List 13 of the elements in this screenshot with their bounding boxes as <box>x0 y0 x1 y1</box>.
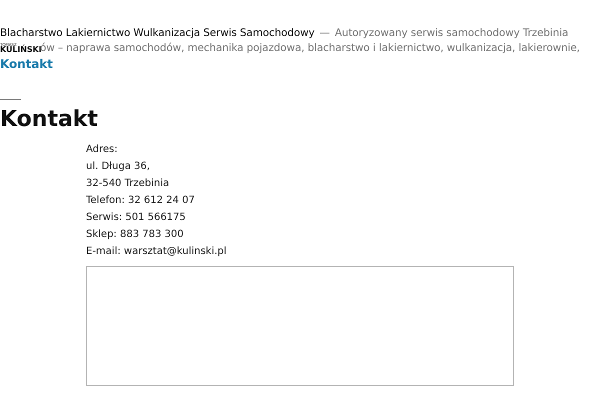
tagline: ów – naprawa samochodów, mechanika pojazdowa, blacharstwo i lakiernictwo, wulkanizacja, lakierownie, <box>40 41 580 56</box>
contact-line: Telefon: 32 612 24 07 <box>86 194 196 208</box>
site-title[interactable]: Blacharstwo Lakiernictwo Wulkanizacja Serwis Samochodowy <box>0 26 315 41</box>
tagline: Autoryzowany serwis samochodowy Trzebinia <box>334 26 568 41</box>
separator: — <box>320 26 330 41</box>
contact-line: Sklep: 883 783 300 <box>86 228 185 242</box>
contact-line: 32-540 Trzebinia <box>86 177 170 191</box>
breadcrumb-link[interactable]: Kontakt <box>0 57 600 72</box>
contact-line: E-mail: warsztat@kulinski.pl <box>86 245 228 259</box>
contact-line: ul. Długa 36, <box>86 160 151 174</box>
page-title: Kontakt <box>0 106 99 134</box>
contact-line: Serwis: 501 566175 <box>86 211 187 225</box>
contact-line: Adres: <box>86 143 119 157</box>
